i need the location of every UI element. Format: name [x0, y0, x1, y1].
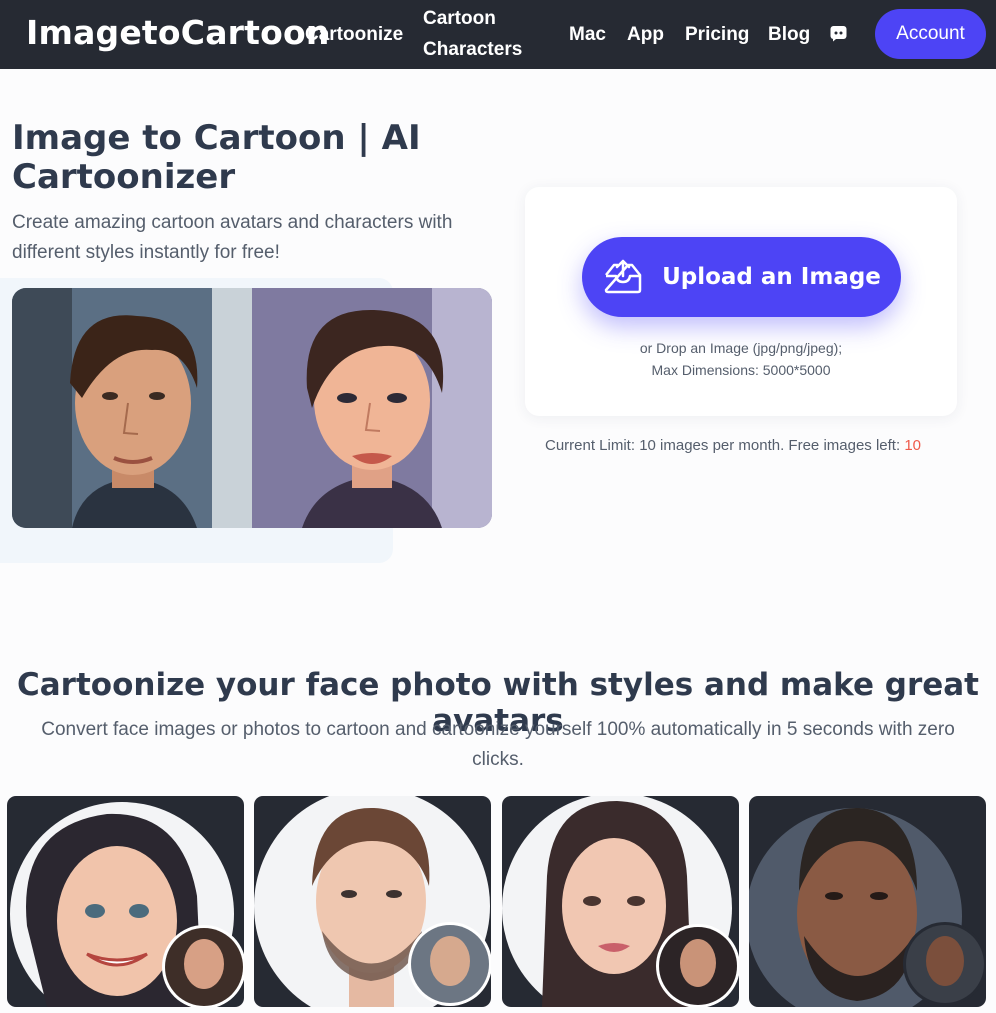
upload-button-label: Upload an Image: [662, 264, 881, 290]
upload-instructions: or Drop an Image (jpg/png/jpeg); Max Dim…: [525, 337, 957, 381]
account-button[interactable]: Account: [875, 9, 986, 59]
section-subtitle: Convert face images or photos to cartoon…: [41, 719, 955, 770]
hero-subtitle: Create amazing cartoon avatars and chara…: [12, 212, 453, 263]
usage-limit-text: Current Limit: 10 images per month. Free…: [545, 437, 921, 454]
free-images-left-count: 10: [904, 437, 921, 454]
nav-mac[interactable]: Mac: [569, 24, 606, 46]
upload-note-format: or Drop an Image (jpg/png/jpeg);: [639, 340, 843, 356]
usage-limit-label: Current Limit: 10 images per month. Free…: [545, 437, 905, 454]
upload-card[interactable]: Upload an Image or Drop an Image (jpg/pn…: [525, 187, 957, 416]
nav-cartoonize[interactable]: Cartoonize: [305, 24, 403, 46]
site-logo[interactable]: ImagetoCartoon: [26, 13, 330, 52]
before-after-hero-image: [12, 288, 492, 528]
example-card-2: [254, 796, 491, 1007]
nav-blog[interactable]: Blog: [768, 24, 810, 46]
nav-app[interactable]: App: [627, 24, 664, 46]
example-card-1: [7, 796, 244, 1007]
nav-pricing[interactable]: Pricing: [685, 24, 749, 46]
nav-cartoon-characters-line1: Cartoon: [423, 8, 496, 29]
discord-icon[interactable]: [830, 25, 847, 42]
hero-title: Image to Cartoon | AI Cartoonizer: [12, 118, 421, 197]
upload-note-dimensions: Max Dimensions: 5000*5000: [651, 362, 831, 378]
example-card-4: [749, 796, 986, 1007]
top-navbar: ImagetoCartoon Cartoonize Cartoon Charac…: [0, 0, 996, 69]
nav-cartoon-characters-line2: Characters: [423, 39, 523, 60]
nav-cartoon-characters[interactable]: Cartoon Characters: [423, 3, 522, 65]
upload-image-button[interactable]: Upload an Image: [582, 237, 901, 317]
upload-tray-icon: [604, 259, 642, 294]
example-card-3: [502, 796, 739, 1007]
